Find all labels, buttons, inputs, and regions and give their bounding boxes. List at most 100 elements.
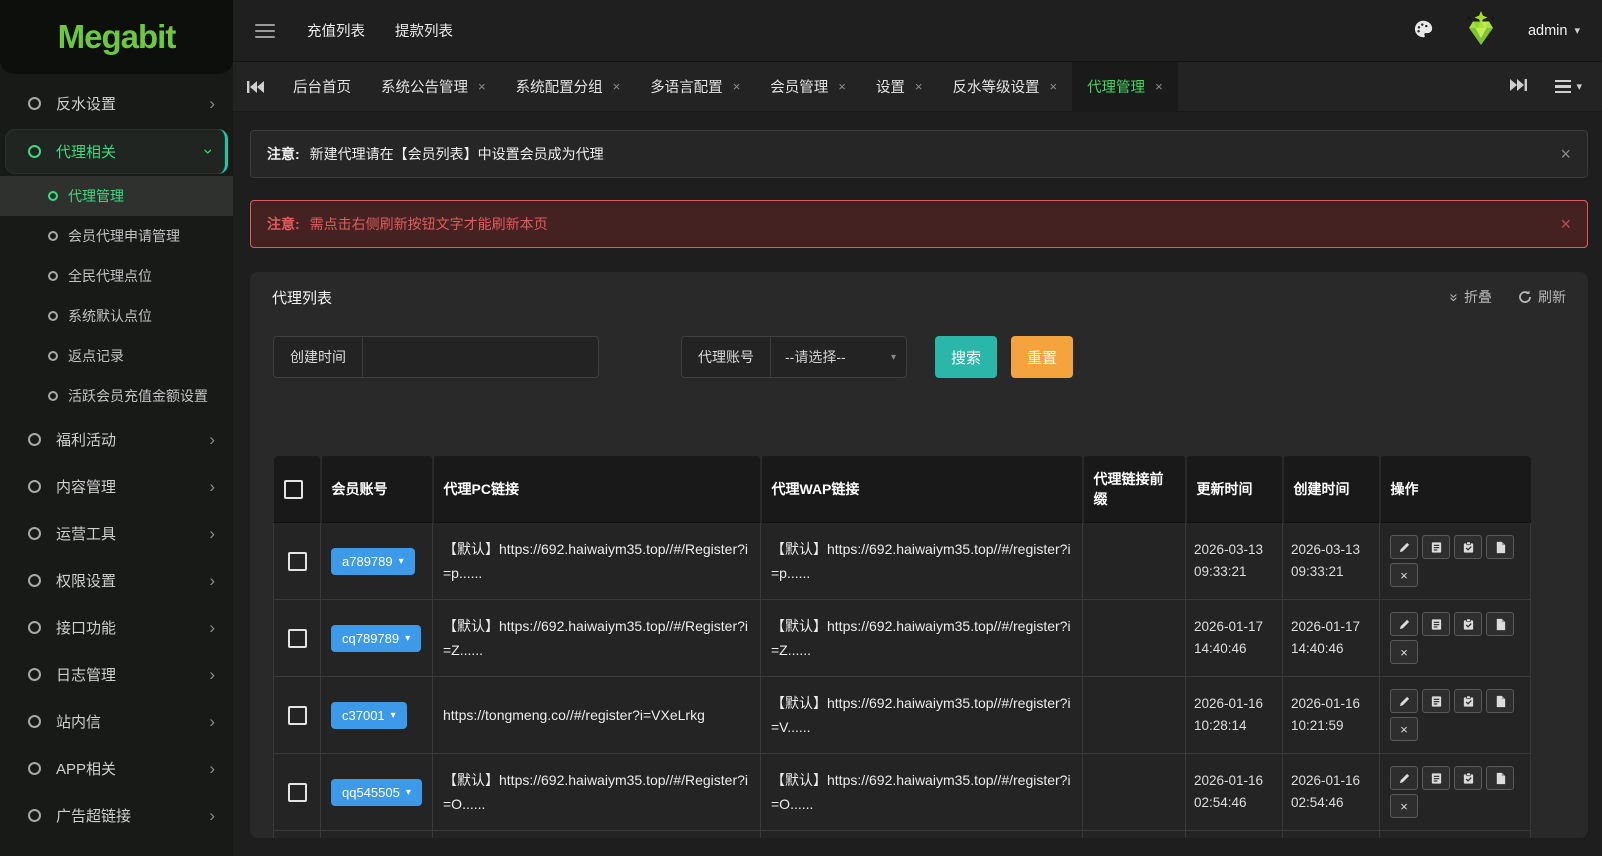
user-menu[interactable]: admin ▾ <box>1528 23 1580 39</box>
sidebar-item-api-functions[interactable]: 接口功能 › <box>0 604 233 651</box>
edit-button[interactable] <box>1390 612 1418 636</box>
submenu-item-public-agent-points[interactable]: 全民代理点位 <box>0 256 233 296</box>
close-icon[interactable]: × <box>1155 79 1163 94</box>
edit-button[interactable] <box>1390 766 1418 790</box>
records-button[interactable] <box>1422 535 1450 559</box>
sidebar-item-agent-related[interactable]: 代理相关 › <box>5 129 228 174</box>
username: admin <box>1528 23 1568 39</box>
close-icon[interactable]: × <box>478 79 486 94</box>
close-icon[interactable]: × <box>1560 145 1571 163</box>
collapse-button[interactable]: » 折叠 <box>1450 287 1492 307</box>
sidebar-toggle-hamburger-icon[interactable] <box>255 24 275 38</box>
tab-rebate-level-settings[interactable]: 反水等级设置× <box>937 62 1072 111</box>
edit-button[interactable] <box>1390 535 1418 559</box>
caret-down-icon: ▾ <box>405 633 410 644</box>
delete-button[interactable]: × <box>1390 563 1418 587</box>
verify-button[interactable] <box>1454 535 1482 559</box>
topbar-link-recharge-list[interactable]: 充值列表 <box>307 20 365 41</box>
records-button[interactable] <box>1422 766 1450 790</box>
created-time: 2026-01-17 14:40:46 <box>1283 600 1380 677</box>
header-updated: 更新时间 <box>1186 456 1283 523</box>
file-icon <box>1494 618 1507 631</box>
created-time-input[interactable] <box>363 337 598 377</box>
tab-label: 系统公告管理 <box>381 76 468 97</box>
diamond-icon[interactable] <box>1460 11 1502 50</box>
close-icon[interactable]: × <box>613 79 621 94</box>
account-dropdown-button[interactable]: cq789789▾ <box>331 625 421 652</box>
created-time: 2026-03-13 09:33:21 <box>1283 523 1380 600</box>
account-label: c37001 <box>342 708 385 723</box>
clipboard-check-icon <box>1462 541 1475 554</box>
close-icon[interactable]: × <box>1049 79 1057 94</box>
sidebar-item-welfare[interactable]: 福利活动 › <box>0 416 233 463</box>
updated-time: 2026-01-15 <box>1186 831 1283 839</box>
submenu-item-member-agent-apply[interactable]: 会员代理申请管理 <box>0 216 233 256</box>
sidebar-item-ad-hyperlinks[interactable]: 广告超链接 › <box>0 792 233 839</box>
delete-button[interactable]: × <box>1390 640 1418 664</box>
scroll-tabs-left-icon[interactable] <box>233 62 278 111</box>
verify-button[interactable] <box>1454 766 1482 790</box>
submenu-item-label: 返点记录 <box>68 346 124 366</box>
sidebar-item-content[interactable]: 内容管理 › <box>0 463 233 510</box>
submenu-item-rebate-records[interactable]: 返点记录 <box>0 336 233 376</box>
close-icon[interactable]: × <box>733 79 741 94</box>
scroll-tabs-right-icon[interactable] <box>1510 78 1527 95</box>
verify-button[interactable] <box>1454 612 1482 636</box>
sidebar-item-logs[interactable]: 日志管理 › <box>0 651 233 698</box>
verify-button[interactable] <box>1454 689 1482 713</box>
tab-settings[interactable]: 设置× <box>861 62 938 111</box>
search-button[interactable]: 搜索 <box>935 336 997 378</box>
account-dropdown-button[interactable]: c37001 ▾ <box>331 702 407 729</box>
tab-agent-management[interactable]: 代理管理× <box>1072 62 1178 111</box>
tab-member-management[interactable]: 会员管理× <box>755 62 861 111</box>
refresh-button[interactable]: 刷新 <box>1518 287 1566 307</box>
account-dropdown-button[interactable]: qq545505▾ <box>331 779 422 806</box>
report-button[interactable] <box>1486 535 1514 559</box>
report-button[interactable] <box>1486 766 1514 790</box>
double-chevron-down-icon: » <box>1445 293 1462 301</box>
row-checkbox[interactable] <box>288 783 307 802</box>
report-button[interactable] <box>1486 689 1514 713</box>
close-icon[interactable]: × <box>838 79 846 94</box>
tab-system-announcements[interactable]: 系统公告管理 × <box>366 62 501 111</box>
sidebar-item-site-messages[interactable]: 站内信 › <box>0 698 233 745</box>
delete-button[interactable]: × <box>1390 794 1418 818</box>
tab-dashboard[interactable]: 后台首页 <box>278 62 366 111</box>
wap-link: 【默认】https://692.haiwaiym35.top//#/regist… <box>761 600 1083 677</box>
tab-system-config-groups[interactable]: 系统配置分组× <box>501 62 636 111</box>
sidebar-item-operation-tools[interactable]: 运营工具 › <box>0 510 233 557</box>
created-time-filter: 创建时间 <box>273 336 599 378</box>
tab-multilanguage-config[interactable]: 多语言配置× <box>635 62 755 111</box>
delete-button[interactable]: × <box>1390 717 1418 741</box>
close-icon[interactable]: × <box>1560 215 1571 233</box>
records-button[interactable] <box>1422 689 1450 713</box>
topbar-link-withdraw-list[interactable]: 提款列表 <box>395 20 453 41</box>
edit-button[interactable] <box>1390 689 1418 713</box>
records-button[interactable] <box>1422 612 1450 636</box>
select-all-checkbox[interactable] <box>284 480 303 499</box>
sidebar-item-permissions[interactable]: 权限设置 › <box>0 557 233 604</box>
sidebar-menu: 反水设置 › 代理相关 › 代理管理 会员代理申请管理 全民代理点位 系 <box>0 74 233 839</box>
reset-button[interactable]: 重置 <box>1011 336 1073 378</box>
row-checkbox[interactable] <box>288 629 307 648</box>
tab-options-menu[interactable]: ▾ <box>1555 80 1582 94</box>
submenu-item-active-member-recharge[interactable]: 活跃会员充值金额设置 <box>0 376 233 416</box>
circle-icon <box>28 527 41 540</box>
caret-down-icon: ▾ <box>391 710 396 721</box>
row-checkbox[interactable] <box>288 706 307 725</box>
agent-account-select[interactable]: --请选择-- ▾ <box>771 337 906 377</box>
account-dropdown-button[interactable]: a789789▾ <box>331 548 415 575</box>
agent-account-filter: 代理账号 --请选择-- ▾ <box>681 336 907 378</box>
sidebar-item-fanshui-settings[interactable]: 反水设置 › <box>0 80 233 127</box>
submenu-item-system-default-points[interactable]: 系统默认点位 <box>0 296 233 336</box>
sidebar-item-app-related[interactable]: APP相关 › <box>0 745 233 792</box>
close-icon[interactable]: × <box>915 79 923 94</box>
row-checkbox[interactable] <box>288 552 307 571</box>
palette-icon[interactable] <box>1412 18 1434 43</box>
brand-logo[interactable]: Megabit <box>0 0 233 74</box>
caret-down-icon: ▾ <box>406 787 411 798</box>
report-button[interactable] <box>1486 612 1514 636</box>
sidebar-item-label: 权限设置 <box>56 570 116 591</box>
submenu-item-agent-management[interactable]: 代理管理 <box>0 176 233 216</box>
pc-link: 【默认】https://692.haiwaiym35.top//#/Regist… <box>433 600 761 677</box>
